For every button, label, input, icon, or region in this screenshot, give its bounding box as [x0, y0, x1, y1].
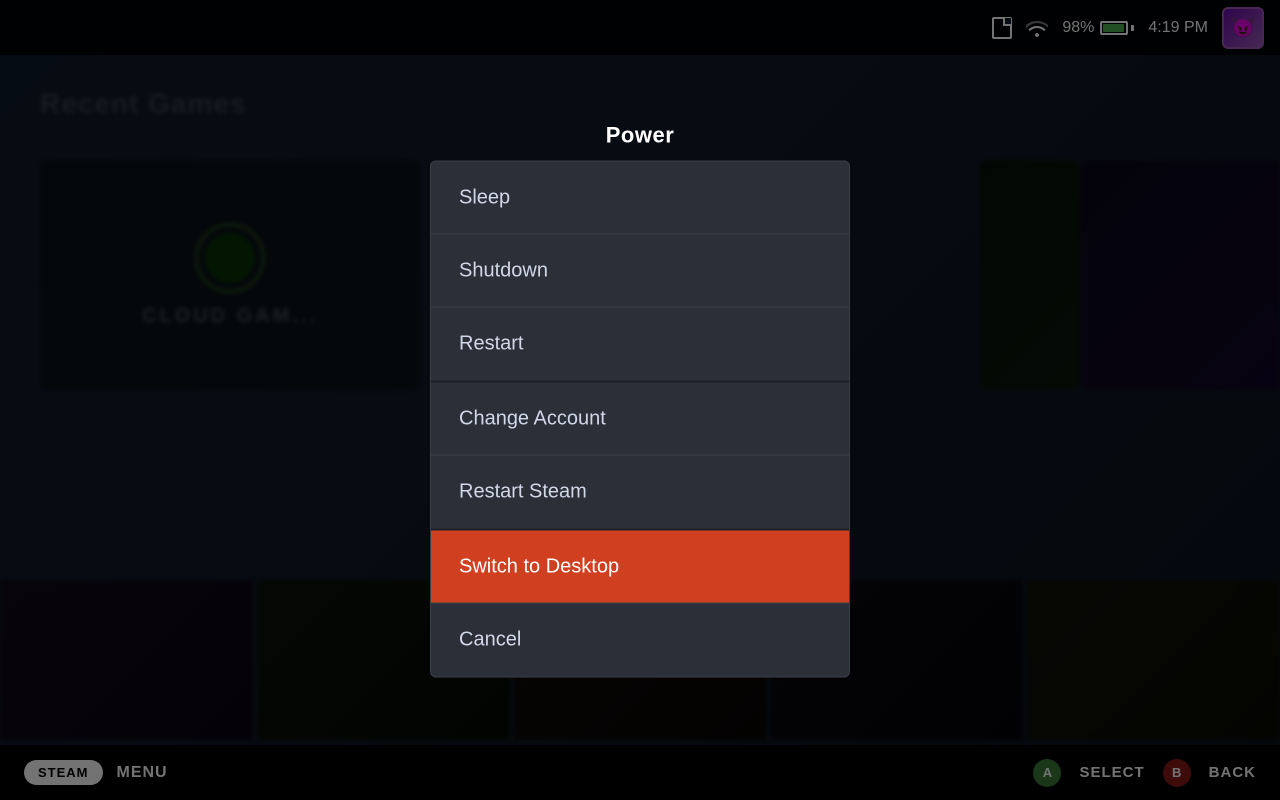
restart-steam-option[interactable]: Restart Steam — [431, 456, 849, 529]
menu-group-power: Sleep Shutdown Restart — [431, 162, 849, 383]
power-menu-list: Sleep Shutdown Restart Change Account Re… — [430, 161, 850, 678]
change-account-option[interactable]: Change Account — [431, 383, 849, 456]
restart-option[interactable]: Restart — [431, 308, 849, 381]
power-dialog: Power Sleep Shutdown Restart Change Acco… — [430, 123, 850, 678]
dialog-title: Power — [430, 123, 850, 149]
switch-to-desktop-option[interactable]: Switch to Desktop — [431, 531, 849, 604]
sleep-option[interactable]: Sleep — [431, 162, 849, 235]
menu-group-account: Change Account Restart Steam — [431, 383, 849, 531]
shutdown-option[interactable]: Shutdown — [431, 235, 849, 308]
cancel-option[interactable]: Cancel — [431, 604, 849, 677]
